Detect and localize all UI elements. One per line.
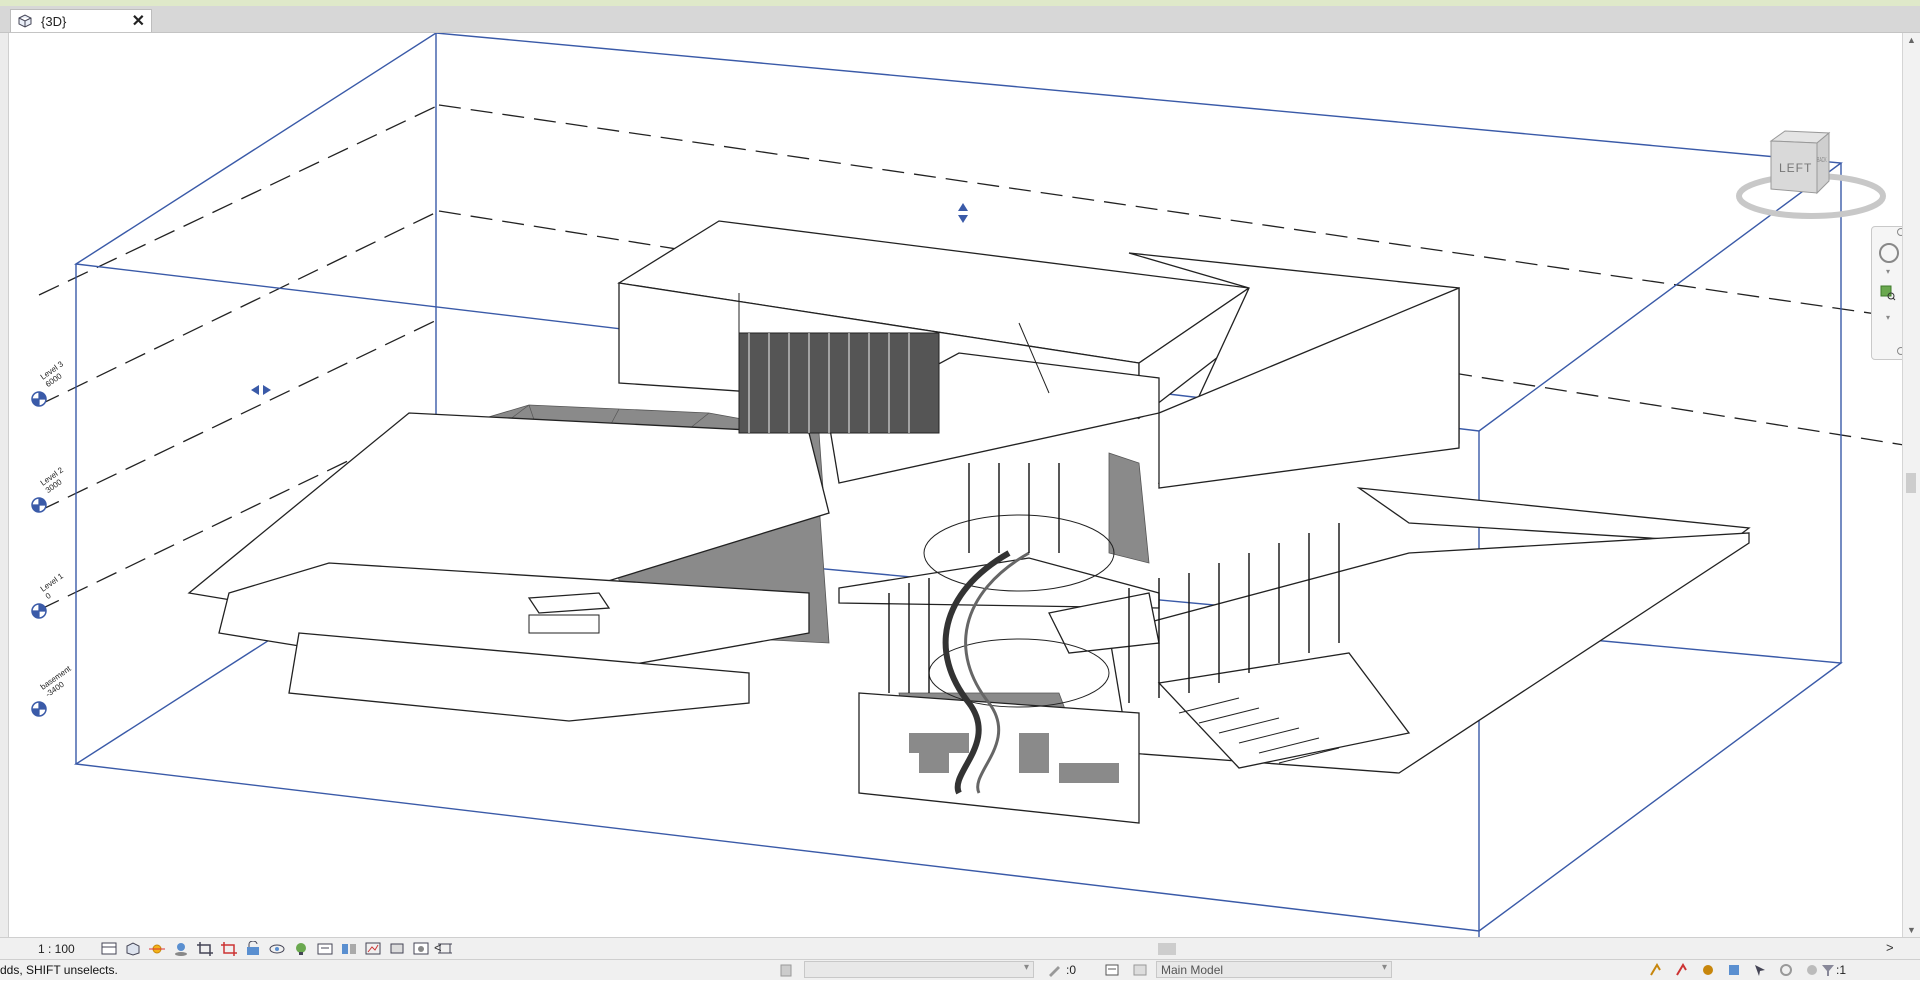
select-underlay-icon[interactable] — [1674, 962, 1690, 978]
status-bar: dds, SHIFT unselects. ▾ :0 Main Model ▾ … — [0, 959, 1920, 980]
level-marker[interactable]: Level 1 0 — [31, 571, 65, 624]
selection-count: :0 — [1066, 963, 1077, 977]
building-model-drawing — [38, 33, 1905, 937]
detail-level-icon[interactable] — [100, 941, 118, 956]
shadows-icon[interactable] — [172, 941, 190, 956]
level-head-icon — [31, 701, 47, 717]
view-cube-face-left[interactable]: LEFT — [1779, 161, 1812, 175]
level-head-icon — [31, 497, 47, 513]
temporary-properties-icon[interactable] — [316, 941, 334, 956]
sun-path-icon[interactable] — [148, 941, 166, 956]
view-scale[interactable]: 1 : 100 — [38, 942, 75, 956]
view-cube-icon — [1736, 130, 1886, 219]
steering-wheel-icon[interactable] — [1879, 243, 1899, 263]
chevron-down-icon: ▾ — [1023, 962, 1029, 973]
filter-icon[interactable] — [1820, 962, 1836, 978]
level-head-icon — [31, 391, 47, 407]
scroll-up-icon[interactable]: ▲ — [1907, 35, 1916, 45]
drag-on-selection-icon[interactable] — [1752, 962, 1768, 978]
view-cube-face-back[interactable]: BACK — [1817, 157, 1827, 164]
vertical-scrollbar[interactable]: ▲ ▼ — [1902, 33, 1920, 937]
close-icon[interactable]: ✕ — [132, 11, 145, 31]
reveal-constraints-icon[interactable] — [412, 941, 430, 956]
horizontal-scrollbar-thumb[interactable] — [1158, 943, 1176, 955]
3d-view-canvas[interactable]: Level 3 6000 Level 2 3000 Level 1 0 base… — [8, 33, 1911, 937]
level-marker[interactable]: Level 2 3000 — [31, 465, 65, 518]
main-model-label: Main Model — [1161, 963, 1224, 977]
status-message: dds, SHIFT unselects. — [0, 963, 118, 977]
view-tab-bar: {3D} ✕ — [0, 6, 1920, 33]
level-head-icon — [31, 603, 47, 619]
reveal-hidden-icon[interactable] — [292, 941, 310, 956]
visual-style-icon[interactable] — [124, 941, 142, 956]
active-workset-dropdown[interactable]: ▾ — [804, 961, 1034, 978]
scroll-down-icon[interactable]: ▼ — [1907, 925, 1916, 935]
show-crop-icon[interactable] — [220, 941, 238, 956]
select-pinned-icon[interactable] — [1700, 962, 1716, 978]
analysis-display-icon[interactable] — [364, 941, 382, 956]
highlight-displacement-icon[interactable] — [388, 941, 406, 956]
left-panel-edge — [0, 33, 8, 937]
scrollbar-thumb[interactable] — [1906, 473, 1916, 493]
collapse-toolbar-icon[interactable]: < — [434, 940, 442, 955]
select-by-face-icon[interactable] — [1726, 962, 1742, 978]
crop-view-icon[interactable] — [196, 941, 214, 956]
3d-view-icon — [17, 14, 33, 31]
chevron-down-icon[interactable]: ▾ — [1886, 313, 1890, 322]
chevron-down-icon[interactable]: ▾ — [1886, 267, 1890, 276]
background-process-icon[interactable] — [1778, 962, 1794, 978]
settings-icon[interactable] — [1804, 962, 1820, 978]
level-marker[interactable]: basement -3400 — [31, 664, 73, 722]
chevron-down-icon: ▾ — [1381, 962, 1387, 973]
view-control-bar: 1 : 100 < > — [0, 937, 1920, 960]
worksets-icon[interactable] — [778, 962, 794, 978]
zoom-icon[interactable] — [1880, 285, 1896, 301]
scroll-right-icon[interactable]: > — [1886, 940, 1894, 955]
tab-3d-view[interactable]: {3D} ✕ — [10, 9, 152, 32]
unlock-3d-view-icon[interactable] — [244, 941, 262, 956]
worksharing-display-icon[interactable] — [340, 941, 358, 956]
main-model-dropdown[interactable]: Main Model ▾ — [1156, 961, 1392, 978]
select-links-icon[interactable] — [1648, 962, 1664, 978]
temporary-hide-icon[interactable] — [268, 941, 286, 956]
level-marker[interactable]: Level 3 6000 — [31, 359, 65, 412]
design-option-set-icon[interactable] — [1132, 962, 1148, 978]
view-cube[interactable]: LEFT BACK — [1731, 121, 1891, 241]
design-options-icon[interactable] — [1104, 962, 1120, 978]
tab-title: {3D} — [41, 14, 67, 29]
editable-only-icon[interactable] — [1046, 962, 1062, 978]
filter-count: :1 — [1836, 963, 1847, 977]
